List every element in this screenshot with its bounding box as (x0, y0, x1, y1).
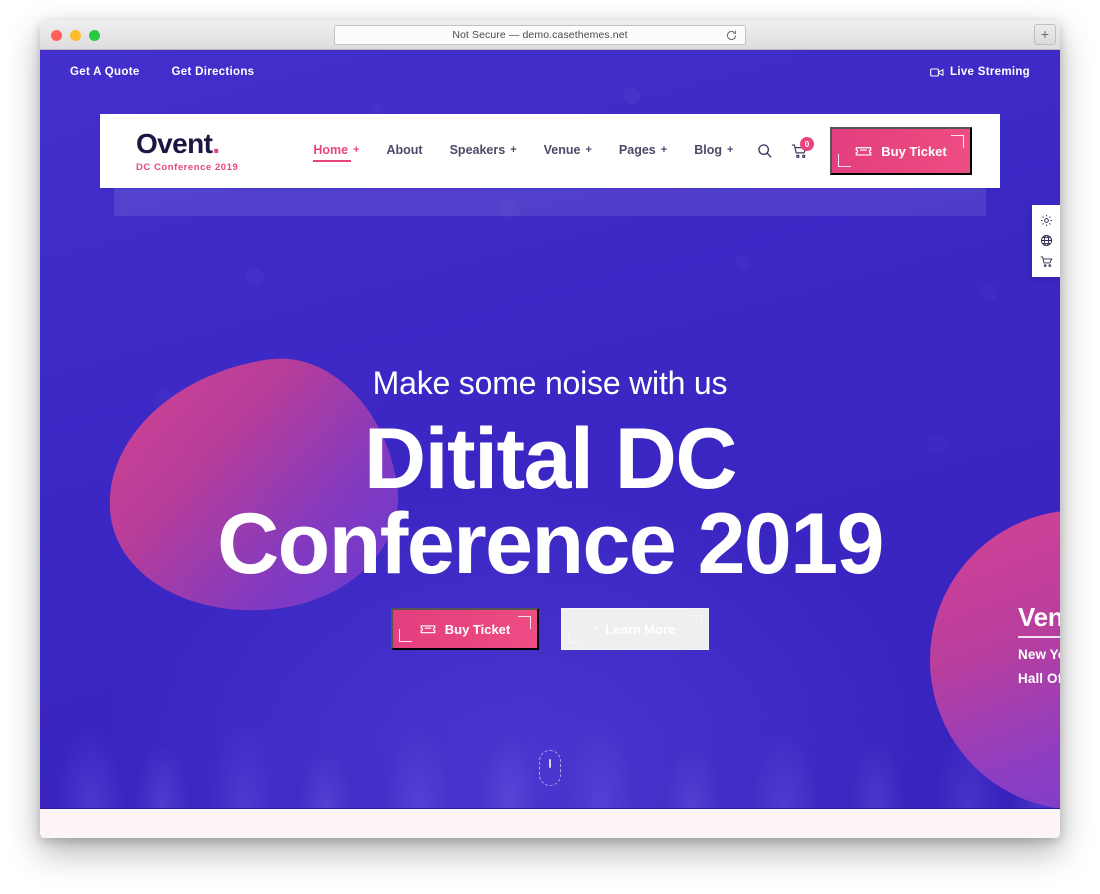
nav-plus-blog: + (726, 143, 734, 156)
gear-icon[interactable] (1040, 214, 1053, 227)
hero-title: Ditital DC Conference 2019 (40, 416, 1060, 593)
reload-icon[interactable] (725, 29, 738, 42)
address-bar-text: Not Secure — demo.casethemes.net (452, 29, 628, 41)
nav-plus-speakers: + (510, 143, 517, 156)
nav-plus-home: + (353, 143, 360, 156)
nav-item-blog[interactable]: Blog + (694, 143, 733, 160)
top-link-get-directions[interactable]: Get Directions (172, 66, 255, 78)
globe-icon[interactable] (1040, 234, 1053, 247)
venue-line-city: New York, US (1018, 647, 1060, 662)
video-camera-icon (930, 67, 944, 78)
scroll-wheel-icon (549, 759, 551, 768)
scroll-down-indicator[interactable] (539, 750, 561, 786)
nav-plus-venue: + (585, 143, 592, 156)
header-shadow-bar (114, 188, 986, 216)
maximize-window-button[interactable] (89, 30, 100, 41)
nav-label-speakers: Speakers (449, 142, 506, 157)
browser-chrome: Not Secure — demo.casethemes.net + (40, 20, 1060, 50)
hero-buy-ticket-label: Buy Ticket (444, 621, 511, 637)
nav-plus-pages: + (660, 143, 668, 156)
site-header: Ovent. DC Conference 2019 Home + About S… (100, 114, 1000, 188)
venue-card: Venue New York, US Hall Of Fame, (1018, 602, 1060, 686)
browser-window: Not Secure — demo.casethemes.net + Get A… (40, 20, 1060, 838)
nav-item-speakers[interactable]: Speakers + (450, 143, 517, 160)
close-window-button[interactable] (51, 30, 62, 41)
page-viewport: Get A Quote Get Directions Live Streming… (40, 50, 1060, 837)
search-icon[interactable] (757, 143, 773, 159)
next-section-strip (40, 808, 1060, 837)
nav-item-home[interactable]: Home + (313, 142, 360, 162)
corner-bracket-top-right-icon (951, 135, 964, 148)
hero-title-line1: Ditital DC (364, 411, 738, 507)
hero-learn-more-label: Learn More (605, 621, 676, 637)
top-link-get-a-quote[interactable]: Get A Quote (70, 66, 140, 78)
venue-heading: Venue (1018, 602, 1060, 638)
site-logo[interactable]: Ovent. DC Conference 2019 (136, 127, 239, 173)
ticket-icon (855, 145, 872, 157)
hero-learn-more-button[interactable]: › Learn More (561, 608, 709, 650)
cart-count-badge: 0 (800, 137, 814, 151)
nav-item-venue[interactable]: Venue + (544, 143, 592, 160)
hero-cta-group: Buy Ticket › Learn More (40, 608, 1060, 650)
logo-dot: . (212, 127, 220, 159)
nav-label-blog: Blog (694, 142, 722, 157)
logo-name-text: Ovent (136, 127, 213, 159)
header-actions: 0 Buy Ticket (757, 127, 972, 175)
nav-label-about: About (386, 142, 423, 157)
nav-item-about[interactable]: About (386, 143, 422, 160)
header-buy-ticket-button[interactable]: Buy Ticket (830, 127, 972, 175)
nav-item-pages[interactable]: Pages + (619, 143, 667, 160)
new-tab-button[interactable]: + (1034, 24, 1056, 45)
ticket-icon (420, 623, 436, 635)
corner-bracket-bottom-left-icon (568, 630, 581, 643)
venue-line-place: Hall Of Fame, (1018, 671, 1060, 686)
header-buy-ticket-label: Buy Ticket (881, 143, 947, 159)
top-utility-bar: Get A Quote Get Directions Live Streming (40, 50, 1060, 94)
corner-bracket-bottom-left-icon (399, 629, 412, 642)
cart-icon[interactable]: 0 (791, 137, 814, 159)
logo-tagline: DC Conference 2019 (136, 161, 239, 173)
main-navigation: Home + About Speakers + Venue + Pages + (313, 142, 733, 162)
nav-label-pages: Pages (618, 142, 656, 157)
corner-bracket-top-right-icon (689, 615, 702, 628)
floating-side-panel (1032, 205, 1060, 277)
cart-icon-side[interactable] (1040, 255, 1053, 268)
chevron-right-icon: › (594, 623, 599, 635)
hero-subtitle: Make some noise with us (372, 365, 728, 401)
nav-label-venue: Venue (543, 142, 581, 157)
corner-bracket-bottom-left-icon (838, 154, 851, 167)
nav-label-home: Home (313, 142, 349, 157)
hero-title-line2: Conference 2019 (217, 496, 884, 593)
live-streaming-link[interactable]: Live Streming (930, 66, 1030, 78)
minimize-window-button[interactable] (70, 30, 81, 41)
hero-buy-ticket-button[interactable]: Buy Ticket (391, 608, 539, 650)
window-traffic-lights (51, 30, 100, 41)
logo-name: Ovent. (136, 127, 238, 159)
corner-bracket-top-right-icon (518, 616, 531, 629)
live-streaming-label: Live Streming (950, 66, 1030, 78)
address-bar[interactable]: Not Secure — demo.casethemes.net (334, 25, 746, 45)
